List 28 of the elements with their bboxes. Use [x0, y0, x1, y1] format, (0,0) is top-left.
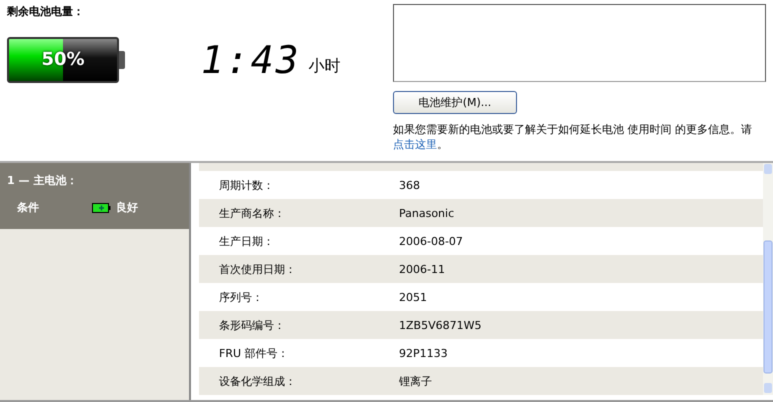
click-here-link[interactable]: 点击这里: [393, 138, 437, 151]
detail-value: Panasonic: [399, 206, 454, 220]
detail-value: 1ZB5V6871W5: [399, 318, 482, 332]
detail-label: 设备化学组成：: [218, 374, 297, 388]
scrollbar[interactable]: [763, 163, 773, 395]
condition-label: 条件: [17, 200, 40, 215]
detail-value: 2051: [399, 290, 427, 304]
battery-title: 1 — 主电池：: [7, 173, 78, 188]
detail-label: 序列号：: [218, 290, 264, 304]
detail-label: 生产商名称：: [218, 206, 286, 220]
detail-value: 锂离子: [399, 374, 432, 388]
detail-label: 条形码编号：: [218, 318, 286, 332]
detail-label: 首次使用日期：: [218, 262, 297, 276]
battery-tip: [119, 51, 125, 69]
detail-value: 92P1133: [399, 346, 448, 360]
battery-icon: [92, 202, 111, 212]
detail-label: 周期计数：: [218, 178, 275, 192]
time-remaining: 1:43: [201, 41, 301, 79]
condition-value: 良好: [116, 200, 138, 215]
detail-value: 368: [399, 178, 420, 192]
info-text: 如果您需要新的电池或要了解关于如何延长电池 使用时间 的更多信息。请 点击这里。: [393, 122, 753, 152]
detail-value: 2006-11: [399, 262, 445, 276]
remaining-charge-label: 剩余电池电量：: [7, 4, 85, 19]
detail-value: 2006-08-07: [399, 234, 463, 248]
battery-maintenance-button[interactable]: 电池维护(M)...: [393, 91, 517, 114]
detail-label: FRU 部件号：: [218, 346, 290, 360]
time-unit: 小时: [308, 56, 341, 77]
detail-label: 生产日期：: [218, 234, 275, 248]
